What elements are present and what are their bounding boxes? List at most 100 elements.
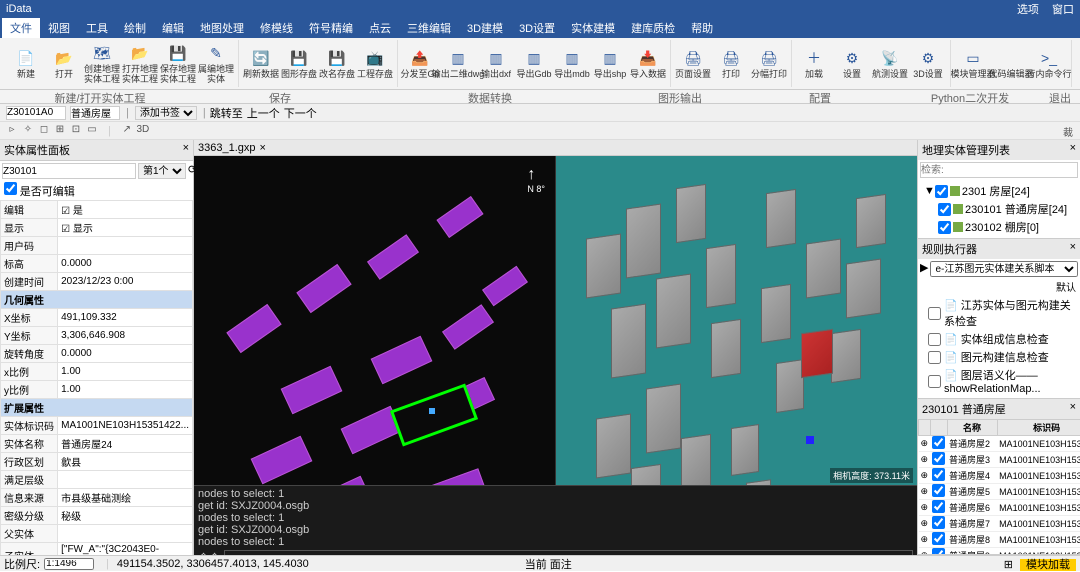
menu-三维编辑[interactable]: 三维编辑 (399, 18, 459, 38)
close-icon[interactable]: × (1070, 401, 1076, 417)
ribbon-打印[interactable]: 🖨打印 (712, 40, 750, 87)
building-3d[interactable] (761, 284, 791, 343)
editable-checkbox[interactable] (4, 182, 17, 195)
menu-点云[interactable]: 点云 (361, 18, 399, 38)
rule-list[interactable]: 📄 江苏实体与图元构建关系检查📄 实体组成信息检查📄 图元构建信息检查📄 图层语… (918, 294, 1080, 398)
ribbon-改名存盘[interactable]: 💾改名存盘 (318, 40, 356, 87)
command-input[interactable] (224, 550, 913, 555)
ribbon-代码编辑器[interactable]: 代码编辑器 (992, 40, 1030, 87)
ribbon-3D设置[interactable]: ⚙3D设置 (909, 40, 947, 87)
tool-icon[interactable]: ✧ (20, 124, 36, 138)
building-2d[interactable] (296, 264, 351, 313)
close-icon[interactable]: × (1070, 142, 1076, 158)
search-input[interactable] (920, 162, 1078, 178)
building-3d[interactable] (831, 329, 861, 383)
building-3d[interactable] (626, 204, 661, 279)
ribbon-航测设置[interactable]: 📡航测设置 (871, 40, 909, 87)
ribbon-导出Gdb[interactable]: ▥导出Gdb (515, 40, 553, 87)
name-input[interactable] (70, 106, 120, 120)
tool-icon[interactable]: ▹ (4, 124, 20, 138)
window-link[interactable]: 窗口 (1052, 4, 1074, 16)
building-2d[interactable] (226, 304, 281, 353)
building-3d[interactable] (681, 434, 711, 485)
menu-视图[interactable]: 视图 (40, 18, 78, 38)
ribbon-分发至Gb[interactable]: 📤分发至Gb (401, 40, 439, 87)
building-3d[interactable] (596, 414, 631, 479)
next-button[interactable]: 下一个 (284, 105, 317, 121)
menu-帮助[interactable]: 帮助 (683, 18, 721, 38)
building-2d[interactable] (436, 196, 483, 238)
code-input[interactable] (6, 106, 66, 120)
building-3d[interactable] (766, 189, 796, 248)
tree-node[interactable]: ▼ 2301 房屋[24] (920, 182, 1078, 200)
building-2d[interactable] (431, 468, 487, 485)
ribbon-导出shp[interactable]: ▥导出shp (591, 40, 629, 87)
list-row[interactable]: ⊕普通房屋7MA1001NE103H1535... (919, 516, 1080, 532)
rule-item[interactable]: 📄 江苏实体与图元构建关系检查 (920, 296, 1078, 330)
rule-item[interactable]: 📄 图层语义化——showRelationMap... (920, 366, 1078, 396)
building-3d[interactable] (646, 384, 681, 454)
ratio-input[interactable] (44, 558, 94, 570)
building-2d-selected[interactable] (390, 383, 478, 446)
ribbon-行内命令行[interactable]: >_行内命令行 (1030, 40, 1068, 87)
ribbon-新建[interactable]: 📄新建 (7, 40, 45, 87)
list-row[interactable]: ⊕普通房屋9MA1001NE103H1535... (919, 548, 1080, 555)
ribbon-打开[interactable]: 📂打开 (45, 40, 83, 87)
ribbon-输出二维dwg[interactable]: ▥输出二维dwg (439, 40, 477, 87)
menu-建库质检[interactable]: 建库质检 (623, 18, 683, 38)
property-grid[interactable]: 编辑☑ 是显示☑ 显示用户码标高0.0000创建时间2023/12/23 0:0… (0, 200, 193, 555)
rule-item[interactable]: 📄 图元构建信息检查 (920, 348, 1078, 366)
ribbon-工程存盘[interactable]: 📺工程存盘 (356, 40, 394, 87)
tool-icon[interactable]: ⊞ (52, 124, 68, 138)
module-badge[interactable]: 模块加载 (1020, 559, 1076, 571)
menu-修模线[interactable]: 修模线 (252, 18, 301, 38)
list-row[interactable]: ⊕普通房屋8MA1001NE103H1535... (919, 532, 1080, 548)
close-tab-icon[interactable]: × (260, 142, 266, 154)
ribbon-创建地理实体工程[interactable]: 🗺创建地理实体工程 (83, 40, 121, 87)
ribbon-模块管理器[interactable]: ▭模块管理器 (954, 40, 992, 87)
building-3d-selected[interactable] (801, 329, 833, 378)
building-2d[interactable] (311, 476, 373, 485)
menu-编辑[interactable]: 编辑 (154, 18, 192, 38)
ribbon-设置[interactable]: ⚙设置 (833, 40, 871, 87)
list-row[interactable]: ⊕普通房屋2MA1001NE103H1535... (919, 436, 1080, 452)
building-2d[interactable] (281, 366, 343, 415)
ribbon-导出mdb[interactable]: ▥导出mdb (553, 40, 591, 87)
play-icon[interactable]: ▶ (920, 261, 928, 277)
list-row[interactable]: ⊕普通房屋4MA1001NE103H1535... (919, 468, 1080, 484)
rule-item[interactable]: 📄 实体组成信息检查 (920, 330, 1078, 348)
menu-文件[interactable]: 文件 (2, 18, 40, 38)
building-3d[interactable] (631, 464, 661, 485)
building-3d[interactable] (746, 479, 771, 485)
list-row[interactable]: ⊕普通房屋6MA1001NE103H1535... (919, 500, 1080, 516)
filter-code[interactable] (2, 163, 136, 179)
menu-符号精编[interactable]: 符号精编 (301, 18, 361, 38)
ribbon-图形存盘[interactable]: 💾图形存盘 (280, 40, 318, 87)
menu-实体建模[interactable]: 实体建模 (563, 18, 623, 38)
ribbon-导入数据[interactable]: 📥导入数据 (629, 40, 667, 87)
building-3d[interactable] (711, 319, 741, 378)
building-3d[interactable] (856, 194, 886, 248)
ribbon-打开地理实体工程[interactable]: 📂打开地理实体工程 (121, 40, 159, 87)
ribbon-加载[interactable]: ＋加载 (795, 40, 833, 87)
close-icon[interactable]: × (183, 142, 189, 158)
bookmark-select[interactable]: 添加书签 (135, 106, 197, 120)
entity-list[interactable]: 名称标识码⊕普通房屋2MA1001NE103H1535...⊕普通房屋3MA10… (918, 419, 1080, 554)
building-3d[interactable] (586, 234, 621, 299)
tool-icon[interactable]: ↗ (119, 124, 135, 138)
list-row[interactable]: ⊕普通房屋3MA1001NE103H1535... (919, 452, 1080, 468)
building-3d[interactable] (776, 359, 804, 413)
menu-绘制[interactable]: 绘制 (116, 18, 154, 38)
menu-3D设置[interactable]: 3D设置 (511, 18, 563, 38)
tool-icon[interactable]: ⊡ (68, 124, 84, 138)
viewport-tab[interactable]: 3363_1.gxp (198, 142, 256, 154)
status-icon[interactable]: ⊞ (1004, 559, 1013, 571)
prev-button[interactable]: 上一个 (247, 105, 280, 121)
building-3d[interactable] (846, 259, 881, 319)
ribbon-属编地理实体[interactable]: ✎属编地理实体 (197, 40, 235, 87)
menu-地图处理[interactable]: 地图处理 (192, 18, 252, 38)
entity-tree[interactable]: ▼ 2301 房屋[24] 230101 普通房屋[24] 230102 棚房[… (918, 180, 1080, 238)
menu-3D建模[interactable]: 3D建模 (459, 18, 511, 38)
list-row[interactable]: ⊕普通房屋5MA1001NE103H1535... (919, 484, 1080, 500)
menu-工具[interactable]: 工具 (78, 18, 116, 38)
